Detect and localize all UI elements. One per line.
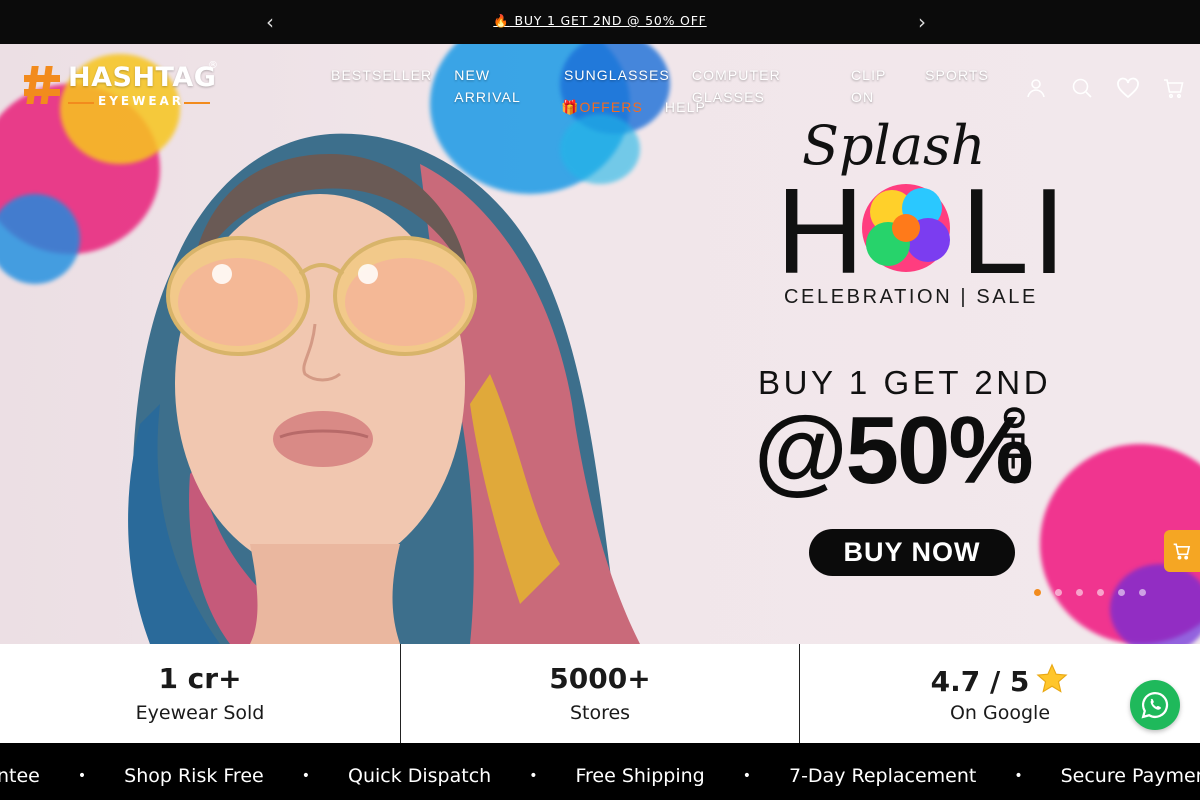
hashtag-logo-icon bbox=[24, 66, 60, 104]
floating-cart-button[interactable] bbox=[1164, 530, 1200, 572]
nav-item-computer-glasses[interactable]: COMPUTER GLASSES bbox=[681, 64, 840, 105]
marquee-item: 7-Day Replacement bbox=[788, 765, 977, 787]
header-icons bbox=[1024, 76, 1186, 100]
stat-label: Stores bbox=[569, 702, 631, 724]
holi-heading: H L I bbox=[776, 163, 1066, 299]
stat-item: 5000+ Stores bbox=[400, 644, 800, 743]
nav-item-help[interactable]: HELP bbox=[654, 96, 717, 118]
stat-value: 1 cr+ bbox=[158, 662, 242, 695]
slider-dot[interactable] bbox=[1097, 589, 1104, 596]
marquee-item: Shop Risk Free bbox=[124, 765, 264, 787]
site-header: HASHTAG ® EYEWEAR BESTSELLER NEW ARRIVAL S… bbox=[0, 44, 1200, 134]
hero-banner[interactable]: HASHTAG ® EYEWEAR BESTSELLER NEW ARRIVAL S… bbox=[0, 44, 1200, 644]
logo-underline bbox=[184, 102, 210, 104]
chevron-right-icon[interactable]: › bbox=[918, 10, 926, 34]
bullet-separator: • bbox=[742, 768, 751, 784]
nav-item-sports[interactable]: SPORTS bbox=[914, 64, 1000, 86]
nav-item-clip-on[interactable]: CLIP ON bbox=[840, 64, 914, 105]
marquee-item: ntee bbox=[0, 765, 40, 787]
slider-dots bbox=[1034, 589, 1146, 596]
marquee-item: Secure Payment Gatew bbox=[1060, 765, 1200, 787]
slider-dot[interactable] bbox=[1034, 589, 1041, 596]
cart-icon bbox=[1173, 543, 1191, 560]
announcement-link[interactable]: 🔥 BUY 1 GET 2ND @ 50% OFF bbox=[0, 13, 1200, 29]
wishlist-heart-icon[interactable] bbox=[1116, 76, 1140, 100]
stat-item: 1 cr+ Eyewear Sold bbox=[0, 644, 400, 743]
stats-strip: 1 cr+ Eyewear Sold 5000+ Stores 4.7 / 5 … bbox=[0, 644, 1200, 743]
holi-letter: I bbox=[1032, 163, 1066, 299]
model-image bbox=[128, 133, 640, 644]
cart-icon[interactable] bbox=[1162, 76, 1186, 100]
logo-underline bbox=[68, 102, 94, 104]
slider-dot[interactable] bbox=[1139, 589, 1146, 596]
marquee-item: Quick Dispatch bbox=[347, 765, 492, 787]
slider-dot[interactable] bbox=[1076, 589, 1083, 596]
search-icon[interactable] bbox=[1070, 76, 1094, 100]
slider-dot[interactable] bbox=[1055, 589, 1062, 596]
bullet-separator: • bbox=[301, 768, 310, 784]
bullet-separator: • bbox=[1014, 768, 1023, 784]
stat-value: 5000+ bbox=[549, 662, 651, 695]
stat-label: Eyewear Sold bbox=[135, 702, 265, 724]
brand-name: HASHTAG bbox=[68, 62, 217, 93]
marquee-item: Free Shipping bbox=[575, 765, 705, 787]
features-marquee: ntee • Shop Risk Free • Quick Dispatch • Free … bbox=[0, 743, 1200, 800]
holi-letter: H bbox=[776, 163, 865, 299]
nav-item-sunglasses[interactable]: SUNGLASSES bbox=[553, 64, 681, 86]
announcement-bar: ‹ 🔥 BUY 1 GET 2ND @ 50% OFF › bbox=[0, 0, 1200, 44]
bullet-separator: • bbox=[529, 768, 538, 784]
whatsapp-chat-button[interactable] bbox=[1130, 680, 1180, 730]
nav-item-offers[interactable]: 🎁OFFERS bbox=[550, 96, 654, 118]
brand-logo[interactable]: HASHTAG ® EYEWEAR bbox=[22, 60, 222, 112]
buy-now-button[interactable]: BUY NOW bbox=[809, 529, 1015, 576]
celebration-sale-text: CELEBRATION | SALE bbox=[784, 286, 1038, 308]
color-burst-icon bbox=[862, 184, 950, 272]
off-text: OFF bbox=[997, 406, 1030, 472]
star-icon bbox=[1036, 663, 1068, 693]
holi-letter: L bbox=[961, 163, 1029, 299]
bullet-separator: • bbox=[77, 768, 87, 784]
slider-dot[interactable] bbox=[1118, 589, 1125, 596]
nav-item-new-arrival[interactable]: NEW ARRIVAL bbox=[443, 64, 553, 105]
account-icon[interactable] bbox=[1024, 76, 1048, 100]
brand-subtitle: EYEWEAR bbox=[98, 94, 185, 108]
discount-text: @50% bbox=[754, 397, 1034, 504]
registered-mark: ® bbox=[208, 60, 218, 71]
stat-value: 4.7 / 5 bbox=[930, 665, 1030, 698]
nav-item-bestseller[interactable]: BESTSELLER bbox=[320, 64, 443, 86]
whatsapp-icon bbox=[1141, 691, 1169, 719]
